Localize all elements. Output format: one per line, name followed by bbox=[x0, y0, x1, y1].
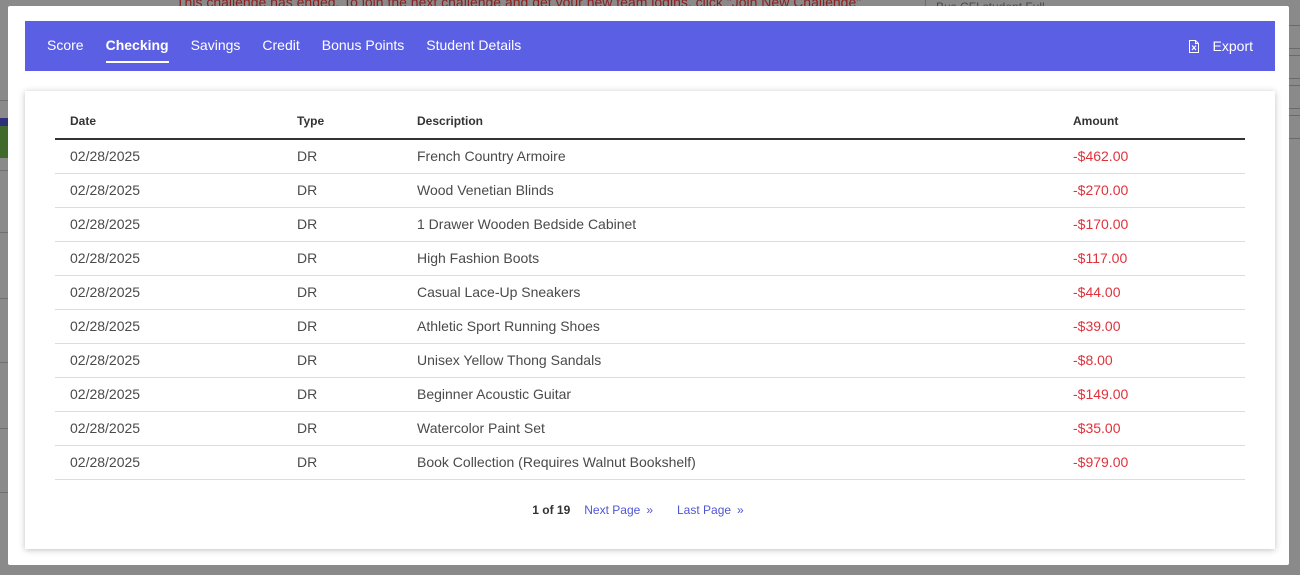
cell-type: DR bbox=[282, 173, 402, 208]
column-header-type[interactable]: Type bbox=[282, 103, 402, 140]
tab-credit[interactable]: Credit bbox=[254, 21, 307, 71]
next-page-label: Next Page bbox=[584, 503, 641, 517]
file-excel-icon bbox=[1188, 39, 1199, 53]
cell-type: DR bbox=[282, 309, 402, 344]
table-row: 02/28/2025 DR Athletic Sport Running Sho… bbox=[55, 309, 1245, 344]
checking-modal: Score Checking Savings Credit Bonus Poin… bbox=[8, 6, 1289, 565]
table-header-row: Date Type Description Amount bbox=[55, 103, 1245, 140]
transactions-card: Date Type Description Amount 02/28/2025 … bbox=[25, 91, 1275, 549]
cell-date: 02/28/2025 bbox=[55, 377, 282, 412]
page-info: 1 of 19 bbox=[532, 503, 571, 517]
cell-date: 02/28/2025 bbox=[55, 207, 282, 242]
cell-date: 02/28/2025 bbox=[55, 139, 282, 174]
next-page-link[interactable]: Next Page » bbox=[584, 503, 653, 517]
cell-description: Unisex Yellow Thong Sandals bbox=[402, 343, 1058, 378]
next-arrow-icon: » bbox=[646, 503, 653, 517]
cell-description: 1 Drawer Wooden Bedside Cabinet bbox=[402, 207, 1058, 242]
cell-date: 02/28/2025 bbox=[55, 411, 282, 446]
cell-description: Beginner Acoustic Guitar bbox=[402, 377, 1058, 412]
cell-date: 02/28/2025 bbox=[55, 445, 282, 480]
cell-amount: -$462.00 bbox=[1058, 139, 1245, 174]
cell-amount: -$39.00 bbox=[1058, 309, 1245, 344]
pagination: 1 of 19 Next Page » Last Page » bbox=[25, 501, 1275, 519]
table-row: 02/28/2025 DR Beginner Acoustic Guitar -… bbox=[55, 377, 1245, 412]
cell-description: French Country Armoire bbox=[402, 139, 1058, 174]
cell-description: Wood Venetian Blinds bbox=[402, 173, 1058, 208]
cell-amount: -$8.00 bbox=[1058, 343, 1245, 378]
cell-type: DR bbox=[282, 241, 402, 276]
table-row: 02/28/2025 DR High Fashion Boots -$117.0… bbox=[55, 241, 1245, 276]
cell-description: Casual Lace-Up Sneakers bbox=[402, 275, 1058, 310]
tab-checking[interactable]: Checking bbox=[98, 21, 177, 71]
tab-savings[interactable]: Savings bbox=[183, 21, 249, 71]
export-button[interactable]: Export bbox=[1188, 38, 1253, 54]
cell-date: 02/28/2025 bbox=[55, 309, 282, 344]
last-page-link[interactable]: Last Page » bbox=[677, 503, 744, 517]
cell-description: Watercolor Paint Set bbox=[402, 411, 1058, 446]
cell-date: 02/28/2025 bbox=[55, 343, 282, 378]
table-row: 02/28/2025 DR Book Collection (Requires … bbox=[55, 445, 1245, 480]
cell-type: DR bbox=[282, 343, 402, 378]
cell-amount: -$170.00 bbox=[1058, 207, 1245, 242]
cell-amount: -$117.00 bbox=[1058, 241, 1245, 276]
tab-score[interactable]: Score bbox=[39, 21, 92, 71]
table-row: 02/28/2025 DR Wood Venetian Blinds -$270… bbox=[55, 173, 1245, 208]
table-row: 02/28/2025 DR 1 Drawer Wooden Bedside Ca… bbox=[55, 207, 1245, 242]
table-row: 02/28/2025 DR Casual Lace-Up Sneakers -$… bbox=[55, 275, 1245, 310]
cell-amount: -$270.00 bbox=[1058, 173, 1245, 208]
column-header-description[interactable]: Description bbox=[402, 103, 1058, 140]
cell-description: High Fashion Boots bbox=[402, 241, 1058, 276]
cell-type: DR bbox=[282, 411, 402, 446]
background-right-strip bbox=[1288, 25, 1300, 145]
cell-type: DR bbox=[282, 445, 402, 480]
transactions-table: Date Type Description Amount 02/28/2025 … bbox=[55, 103, 1245, 480]
export-label: Export bbox=[1212, 38, 1253, 54]
table-row: 02/28/2025 DR Watercolor Paint Set -$35.… bbox=[55, 411, 1245, 446]
last-arrow-icon: » bbox=[737, 503, 744, 517]
cell-date: 02/28/2025 bbox=[55, 173, 282, 208]
cell-amount: -$44.00 bbox=[1058, 275, 1245, 310]
tab-student-details[interactable]: Student Details bbox=[418, 21, 529, 71]
table-row: 02/28/2025 DR French Country Armoire -$4… bbox=[55, 139, 1245, 174]
last-page-label: Last Page bbox=[677, 503, 732, 517]
cell-amount: -$979.00 bbox=[1058, 445, 1245, 480]
tab-bonus-points[interactable]: Bonus Points bbox=[314, 21, 413, 71]
tab-bar: Score Checking Savings Credit Bonus Poin… bbox=[25, 21, 1275, 71]
column-header-amount[interactable]: Amount bbox=[1058, 103, 1245, 140]
cell-type: DR bbox=[282, 377, 402, 412]
cell-date: 02/28/2025 bbox=[55, 275, 282, 310]
cell-amount: -$35.00 bbox=[1058, 411, 1245, 446]
cell-description: Book Collection (Requires Walnut Bookshe… bbox=[402, 445, 1058, 480]
cell-type: DR bbox=[282, 275, 402, 310]
table-row: 02/28/2025 DR Unisex Yellow Thong Sandal… bbox=[55, 343, 1245, 378]
cell-description: Athletic Sport Running Shoes bbox=[402, 309, 1058, 344]
cell-date: 02/28/2025 bbox=[55, 241, 282, 276]
cell-type: DR bbox=[282, 139, 402, 174]
column-header-date[interactable]: Date bbox=[55, 103, 282, 140]
cell-amount: -$149.00 bbox=[1058, 377, 1245, 412]
cell-type: DR bbox=[282, 207, 402, 242]
